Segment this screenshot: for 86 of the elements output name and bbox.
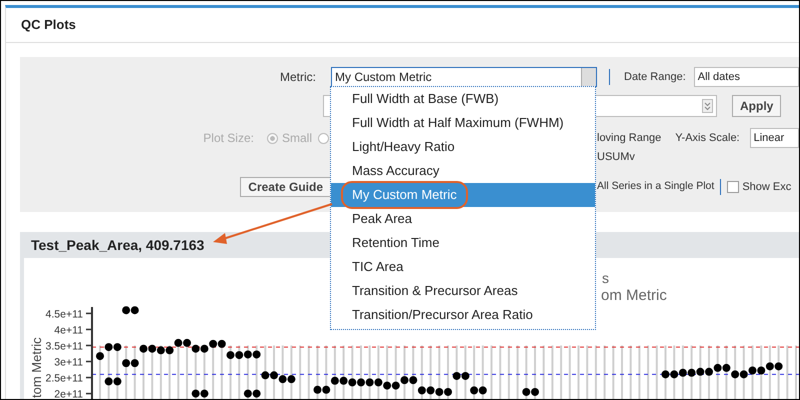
data-point (192, 344, 200, 353)
data-point (774, 362, 783, 370)
dropdown-option[interactable]: Transition/Precursor Area Ratio (331, 303, 595, 327)
data-point (104, 343, 113, 352)
chart-title: om Metric (601, 287, 667, 304)
apply-button[interactable]: Apply (732, 95, 782, 117)
data-point (348, 378, 356, 386)
data-point (722, 364, 730, 372)
data-point (714, 364, 722, 372)
tick-label: 2.5e+11 (46, 372, 83, 385)
data-point (322, 386, 330, 394)
chart-title: s (602, 270, 609, 286)
data-point (113, 343, 122, 352)
dropdown-option[interactable]: Retention Time (331, 231, 595, 255)
data-point (122, 306, 130, 314)
show-excluded-label: Show Exc (742, 180, 792, 195)
caret-icon (581, 68, 596, 86)
dropdown-option[interactable]: Peak Area (331, 207, 595, 231)
data-point (340, 376, 348, 385)
show-excluded-checkbox[interactable] (727, 181, 740, 193)
create-guide-button[interactable]: Create Guide (240, 177, 331, 197)
data-point (113, 377, 122, 386)
data-point (209, 340, 218, 348)
tick-label: 3.5e+11 (46, 340, 83, 352)
data-point (235, 351, 244, 360)
data-point (218, 340, 226, 348)
data-point (148, 344, 156, 353)
data-point (104, 377, 113, 386)
data-point (244, 350, 252, 358)
data-point (478, 386, 487, 394)
data-point (261, 371, 270, 380)
cusum-label: USUMv (597, 150, 635, 165)
panel-title: QC Plots (6, 8, 799, 43)
data-point (122, 359, 130, 368)
dropdown-option[interactable]: Full Width at Base (FWB) (331, 87, 595, 111)
data-point (731, 370, 740, 378)
data-point (278, 375, 287, 384)
data-point (130, 306, 139, 314)
data-point (156, 346, 165, 354)
data-point (461, 372, 470, 380)
y-axis-scale-select[interactable]: Linear (750, 128, 799, 148)
date-range-select[interactable]: All dates (694, 67, 799, 87)
data-point (287, 375, 296, 384)
dropdown-option[interactable]: Light/Heavy Ratio (331, 135, 595, 159)
moving-range-label: loving Range (597, 130, 662, 146)
data-point (166, 346, 174, 354)
data-point (435, 388, 444, 396)
data-point (418, 386, 426, 394)
radio-label: Small (282, 130, 312, 147)
data-point (130, 359, 139, 368)
data-point (670, 370, 678, 378)
data-point (200, 344, 208, 353)
data-point (330, 376, 339, 385)
data-point (678, 368, 687, 377)
data-point (374, 378, 382, 386)
dropdown-option[interactable]: Transition & Precursor Areas (331, 279, 595, 303)
dropdown-option[interactable]: TIC Area (331, 255, 595, 279)
plot-size-label: Plot Size: (203, 130, 254, 147)
data-point (470, 386, 478, 394)
dropdown-option[interactable]: Full Width at Half Maximum (FWHM) (331, 111, 595, 135)
tick-label: 4.5e+11 (46, 308, 83, 320)
date-range-label: Date Range: (624, 70, 686, 85)
dropdown-option[interactable]: Mass Accuracy (331, 159, 595, 183)
data-point (366, 378, 374, 386)
data-point (740, 370, 748, 378)
data-point (688, 368, 696, 377)
axis-title: tom Metric (29, 337, 44, 398)
data-point (392, 382, 400, 390)
metric-select[interactable]: My Custom Metric (331, 67, 597, 87)
data-point (426, 386, 435, 394)
y-axis-scale-label: Y-Axis Scale: (675, 130, 740, 146)
data-point (452, 372, 461, 380)
data-point (174, 338, 182, 347)
data-point (696, 368, 704, 376)
tick-label: 3e+11 (54, 356, 83, 369)
series-label: Test_Peak_Area, 409.7163 (30, 236, 206, 254)
tick-label: 2e+11 (54, 388, 83, 399)
data-point (252, 350, 261, 358)
data-point (409, 376, 418, 384)
tick-label: 4e+11 (54, 324, 83, 336)
data-point (383, 382, 392, 390)
chevron-icon[interactable] (702, 99, 713, 113)
data-point (522, 388, 530, 396)
single-plot-label: All Series in a Single Plot (597, 179, 714, 194)
metric-label: Metric: (280, 69, 316, 86)
data-point (766, 362, 774, 370)
